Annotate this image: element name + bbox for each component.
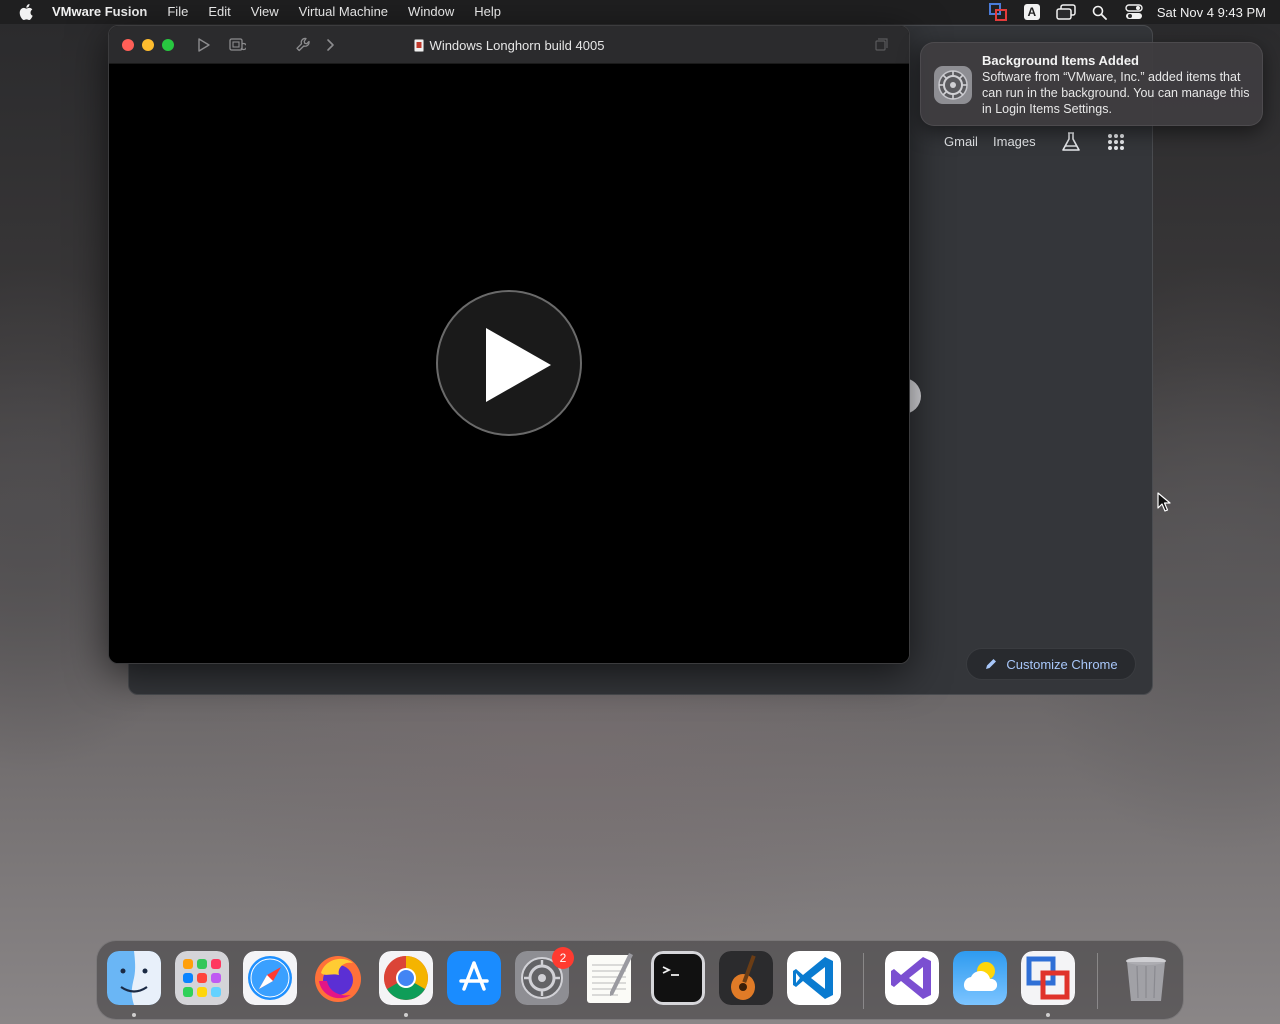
- system-settings-badge: 2: [552, 947, 574, 969]
- vm-title-text: Windows Longhorn build 4005: [429, 37, 605, 53]
- running-indicator: [404, 1013, 408, 1017]
- vm-display-area[interactable]: [109, 64, 909, 663]
- gmail-link[interactable]: Gmail: [944, 134, 978, 149]
- app-store-icon[interactable]: [447, 951, 501, 1005]
- menu-app-name[interactable]: VMware Fusion: [52, 0, 157, 24]
- vm-window-title: Windows Longhorn build 4005: [109, 26, 909, 64]
- vm-document-icon: [413, 38, 424, 52]
- weather-icon[interactable]: [953, 951, 1007, 1005]
- menu-view[interactable]: View: [241, 0, 289, 24]
- launchpad-icon[interactable]: [175, 951, 229, 1005]
- customize-chrome-button[interactable]: Customize Chrome: [966, 648, 1136, 680]
- safari-icon[interactable]: [243, 951, 297, 1005]
- menu-edit[interactable]: Edit: [198, 0, 240, 24]
- vmware-fusion-icon[interactable]: [1021, 951, 1075, 1005]
- screen-mirroring-icon[interactable]: [1049, 0, 1083, 24]
- terminal-icon[interactable]: [651, 951, 705, 1005]
- finder-icon[interactable]: [107, 951, 161, 1005]
- vm-title-bar[interactable]: Windows Longhorn build 4005: [109, 26, 909, 64]
- labs-flask-icon[interactable]: [1060, 131, 1082, 153]
- input-source-icon[interactable]: A: [1015, 0, 1049, 24]
- dock-separator: [863, 953, 864, 1009]
- control-center-icon[interactable]: [1117, 0, 1151, 24]
- background-items-notification[interactable]: Background Items Added Software from “VM…: [920, 42, 1263, 126]
- apple-menu-icon[interactable]: [0, 0, 52, 24]
- play-icon[interactable]: [436, 290, 582, 436]
- vmware-fusion-status-icon[interactable]: [981, 0, 1015, 24]
- running-indicator: [1046, 1013, 1050, 1017]
- system-settings-gear-icon: [933, 65, 973, 105]
- firefox-icon[interactable]: [311, 951, 365, 1005]
- input-source-label: A: [1023, 4, 1041, 20]
- customize-chrome-label: Customize Chrome: [1006, 656, 1118, 672]
- notification-body: Software from “VMware, Inc.” added items…: [982, 70, 1250, 116]
- menu-bar: VMware Fusion File Edit View Virtual Mac…: [0, 0, 1280, 24]
- google-apps-grid-icon[interactable]: [1107, 133, 1125, 151]
- visual-studio-icon[interactable]: [885, 951, 939, 1005]
- dock: [96, 940, 1184, 1020]
- images-link[interactable]: Images: [993, 134, 1036, 149]
- notification-title: Background Items Added: [982, 53, 1139, 68]
- spotlight-search-icon[interactable]: [1083, 0, 1117, 24]
- mouse-pointer-icon: [1157, 492, 1171, 512]
- chrome-icon[interactable]: [379, 951, 433, 1005]
- menu-virtual-machine[interactable]: Virtual Machine: [289, 0, 398, 24]
- trash-icon[interactable]: [1119, 951, 1173, 1005]
- vmware-vm-window: Windows Longhorn build 4005: [108, 25, 910, 664]
- menu-window[interactable]: Window: [398, 0, 464, 24]
- textedit-icon[interactable]: [583, 951, 637, 1005]
- running-indicator: [132, 1013, 136, 1017]
- garageband-icon[interactable]: [719, 951, 773, 1005]
- pencil-icon: [986, 659, 997, 669]
- menu-file[interactable]: File: [157, 0, 198, 24]
- dock-separator: [1097, 953, 1098, 1009]
- menu-help[interactable]: Help: [464, 0, 511, 24]
- vscode-icon[interactable]: [787, 951, 841, 1005]
- menu-bar-clock[interactable]: Sat Nov 4 9:43 PM: [1151, 5, 1280, 20]
